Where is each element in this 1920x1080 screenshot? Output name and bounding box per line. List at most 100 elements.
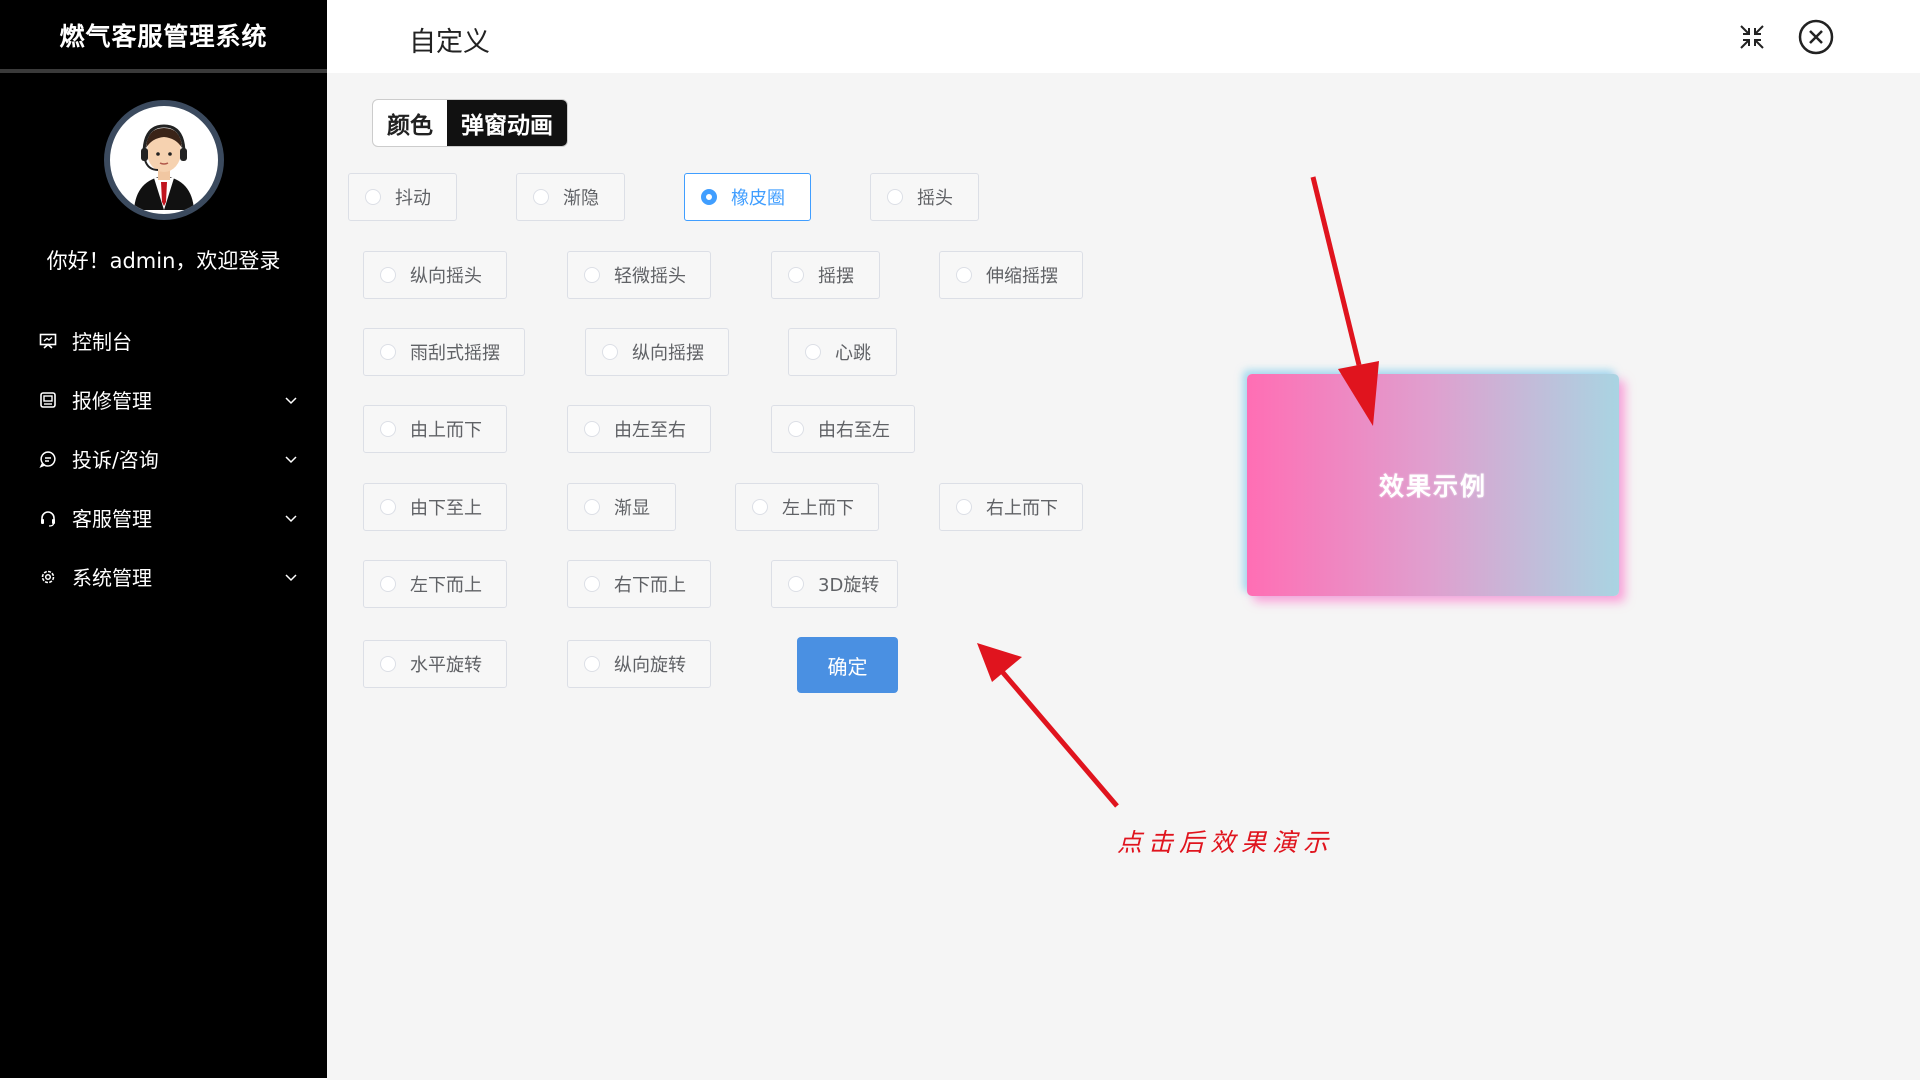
radio-option[interactable]: 右下而上 — [567, 560, 711, 608]
radio-circle — [380, 656, 396, 672]
option-label: 心跳 — [835, 343, 871, 364]
close-circle-icon — [1798, 19, 1834, 55]
option-label: 渐显 — [614, 498, 650, 519]
sidebar-item-system[interactable]: 系统管理 — [0, 547, 327, 606]
annotation-text: 点击后效果演示 — [1117, 828, 1335, 857]
greeting-text: 你好！admin，欢迎登录 — [46, 249, 281, 273]
compress-icon — [1740, 25, 1764, 49]
compress-button[interactable] — [1733, 18, 1771, 56]
option-label: 水平旋转 — [410, 655, 482, 676]
radio-option[interactable]: 右上而下 — [939, 483, 1083, 531]
radio-circle — [788, 267, 804, 283]
close-button[interactable] — [1797, 18, 1835, 56]
confirm-button[interactable]: 确定 — [797, 637, 898, 693]
radio-circle — [380, 344, 396, 360]
option-label: 3D旋转 — [818, 575, 880, 596]
radio-option[interactable]: 伸缩摇摆 — [939, 251, 1083, 299]
option-label: 右下而上 — [614, 575, 686, 596]
option-label: 左上而下 — [782, 498, 854, 519]
page-title: 自定义 — [409, 27, 490, 58]
radio-circle — [380, 421, 396, 437]
customer-service-avatar-icon — [133, 124, 194, 210]
radio-circle — [584, 499, 600, 515]
radio-circle — [956, 267, 972, 283]
demo-preview-card: 效果示例 — [1247, 374, 1619, 596]
radio-option[interactable]: 由下至上 — [363, 483, 507, 531]
sidebar-item-label: 客服管理 — [72, 507, 152, 531]
option-label: 渐隐 — [563, 188, 599, 209]
radio-circle — [380, 499, 396, 515]
radio-option[interactable]: 摇头 — [870, 173, 979, 221]
radio-circle — [365, 189, 381, 205]
chevron-down-icon — [285, 396, 297, 404]
tab-group: 颜色 弹窗动画 — [372, 99, 568, 147]
radio-option[interactable]: 纵向摇头 — [363, 251, 507, 299]
radio-circle — [752, 499, 768, 515]
sidebar-item-service[interactable]: 客服管理 — [0, 488, 327, 547]
radio-circle — [887, 189, 903, 205]
radio-option[interactable]: 由左至右 — [567, 405, 711, 453]
radio-option[interactable]: 纵向摇摆 — [585, 328, 729, 376]
sidebar-item-label: 投诉/咨询 — [72, 448, 159, 472]
option-label: 摇摆 — [818, 266, 854, 287]
option-label: 由下至上 — [410, 498, 482, 519]
sidebar-item-label: 系统管理 — [72, 566, 152, 590]
radio-circle — [788, 576, 804, 592]
tab-popup-animation[interactable]: 弹窗动画 — [447, 100, 567, 146]
main-content: 颜色 弹窗动画 抖动 渐隐 橡皮圈 摇头 纵向摇头 轻微摇头 摇摆 伸缩摇摆 雨… — [327, 73, 1920, 1080]
radio-option[interactable]: 左上而下 — [735, 483, 879, 531]
avatar — [103, 100, 224, 220]
radio-circle — [584, 421, 600, 437]
chat-icon — [38, 449, 58, 469]
radio-option[interactable]: 摇摆 — [771, 251, 880, 299]
radio-option[interactable]: 3D旋转 — [771, 560, 898, 608]
radio-circle — [701, 189, 717, 205]
radio-option[interactable]: 水平旋转 — [363, 640, 507, 688]
dashboard-icon — [38, 331, 58, 351]
radio-option-selected[interactable]: 橡皮圈 — [684, 173, 811, 221]
option-label: 纵向摇头 — [410, 266, 482, 287]
sidebar-item-dashboard[interactable]: 控制台 — [0, 311, 327, 370]
header: 自定义 — [327, 0, 1920, 73]
tab-color[interactable]: 颜色 — [373, 100, 447, 146]
sidebar-item-repair[interactable]: 报修管理 — [0, 370, 327, 429]
demo-text: 效果示例 — [1378, 472, 1487, 501]
sidebar-item-label: 控制台 — [72, 330, 132, 354]
radio-circle — [788, 421, 804, 437]
option-label: 雨刮式摇摆 — [410, 343, 500, 364]
radio-circle — [602, 344, 618, 360]
arrow-up-left-icon — [977, 643, 1119, 808]
sidebar: 燃气客服管理系统 你好！admin，欢迎登录 控制台 报修管理 投诉/咨询 客服… — [0, 0, 327, 1078]
radio-option[interactable]: 渐隐 — [516, 173, 625, 221]
radio-option[interactable]: 雨刮式摇摆 — [363, 328, 525, 376]
option-label: 纵向旋转 — [614, 655, 686, 676]
option-label: 左下而上 — [410, 575, 482, 596]
radio-circle — [380, 576, 396, 592]
radio-option[interactable]: 心跳 — [788, 328, 897, 376]
radio-circle — [584, 576, 600, 592]
radio-circle — [533, 189, 549, 205]
radio-circle — [805, 344, 821, 360]
radio-option[interactable]: 渐显 — [567, 483, 676, 531]
radio-option[interactable]: 抖动 — [348, 173, 457, 221]
radio-option[interactable]: 由上而下 — [363, 405, 507, 453]
option-label: 橡皮圈 — [731, 188, 785, 209]
radio-option[interactable]: 纵向旋转 — [567, 640, 711, 688]
sidebar-item-label: 报修管理 — [72, 389, 152, 413]
option-label: 伸缩摇摆 — [986, 266, 1058, 287]
sidebar-item-complaint[interactable]: 投诉/咨询 — [0, 429, 327, 488]
option-label: 轻微摇头 — [614, 266, 686, 287]
option-label: 由上而下 — [410, 420, 482, 441]
sidebar-menu: 控制台 报修管理 投诉/咨询 客服管理 系统管理 — [0, 311, 327, 606]
radio-circle — [956, 499, 972, 515]
radio-option[interactable]: 左下而上 — [363, 560, 507, 608]
radio-circle — [584, 267, 600, 283]
chevron-down-icon — [285, 455, 297, 463]
option-label: 由左至右 — [614, 420, 686, 441]
radio-circle — [584, 656, 600, 672]
gear-icon — [38, 567, 58, 587]
radio-option[interactable]: 轻微摇头 — [567, 251, 711, 299]
radio-circle — [380, 267, 396, 283]
radio-option[interactable]: 由右至左 — [771, 405, 915, 453]
option-label: 由右至左 — [818, 420, 890, 441]
